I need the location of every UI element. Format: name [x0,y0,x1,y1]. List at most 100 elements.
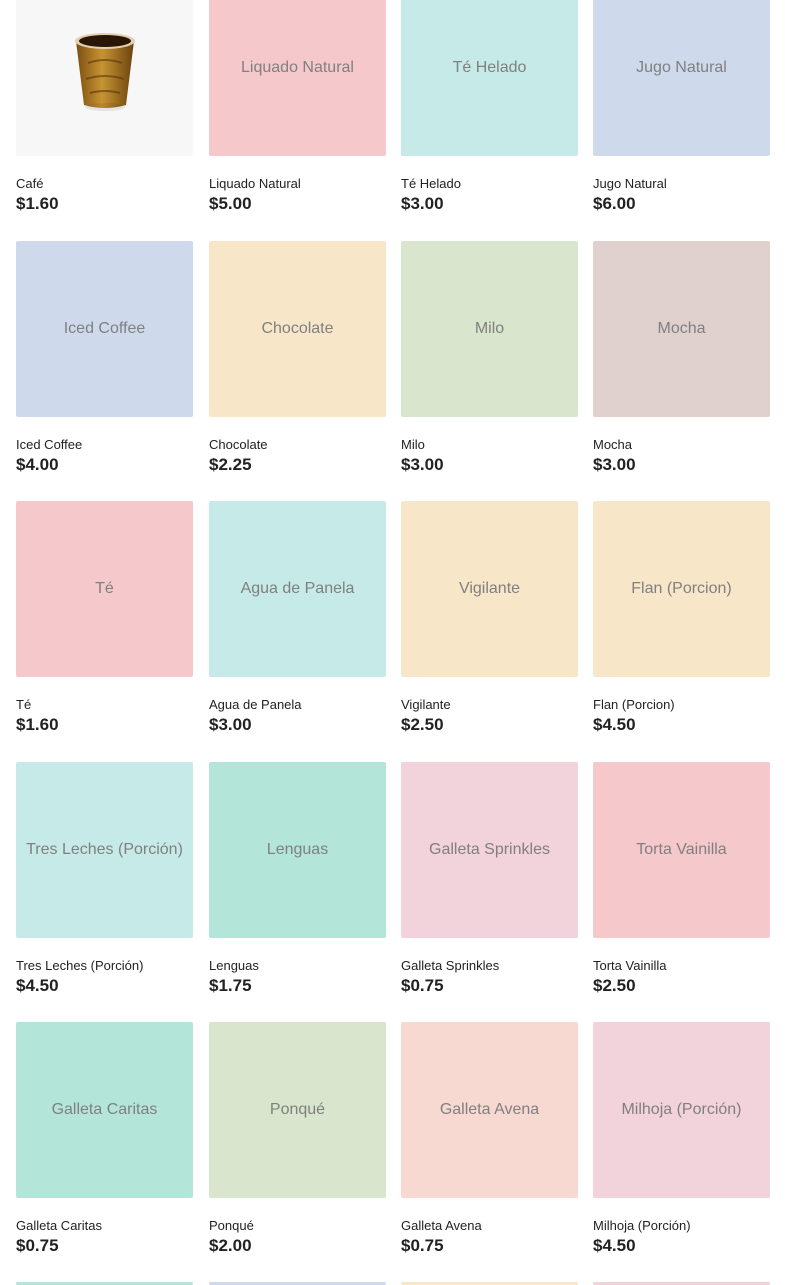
tile-label: Mocha [657,320,706,337]
product-card-vigilante[interactable]: Vigilante Vigilante $2.50 [401,501,578,734]
product-tile[interactable]: Iced Coffee [16,241,193,417]
product-price: $2.00 [209,1236,252,1255]
product-name: Flan (Porcion) [593,697,675,712]
product-tile[interactable]: Milo [401,241,578,417]
tile-label: Flan (Porcion) [631,580,732,597]
product-name: Lenguas [209,958,259,973]
product-price: $3.00 [401,194,444,213]
product-name: Café [16,176,44,191]
product-tile[interactable]: Té [16,501,193,677]
product-card-milo[interactable]: Milo Milo $3.00 [401,241,578,474]
product-tile[interactable]: Agua de Panela [209,501,386,677]
product-card-mocha[interactable]: Mocha Mocha $3.00 [593,241,770,474]
product-tile[interactable]: Jugo Natural [593,0,770,156]
product-name: Milhoja (Porción) [593,1218,691,1233]
product-name: Torta Vainilla [593,958,667,973]
product-name: Té Helado [401,176,461,191]
product-name: Galleta Caritas [16,1218,102,1233]
product-card-te-helado[interactable]: Té Helado Té Helado $3.00 [401,0,578,213]
product-price: $0.75 [401,1236,444,1255]
product-card-galleta-sprinkles[interactable]: Galleta Sprinkles Galleta Sprinkles $0.75 [401,762,578,995]
product-name: Tres Leches (Porción) [16,958,144,973]
product-price: $4.50 [593,1236,636,1255]
tile-label: Agua de Panela [240,580,355,597]
product-tile[interactable]: Milhoja (Porción) [593,1022,770,1198]
product-name: Mocha [593,437,633,452]
product-card-flan-porcion[interactable]: Flan (Porcion) Flan (Porcion) $4.50 [593,501,770,734]
product-price: $1.60 [16,715,59,734]
product-card-liquado-natural[interactable]: Liquado Natural Liquado Natural $5.00 [209,0,386,213]
tile-label: Liquado Natural [241,59,354,76]
product-tile[interactable]: Té Helado [401,0,578,156]
product-price: $3.00 [401,455,444,474]
product-card-lenguas[interactable]: Lenguas Lenguas $1.75 [209,762,386,995]
product-card-jugo-natural[interactable]: Jugo Natural Jugo Natural $6.00 [593,0,770,213]
tile-label: Lenguas [266,841,329,858]
product-card-galleta-caritas[interactable]: Galleta Caritas Galleta Caritas $0.75 [16,1022,193,1255]
tile-label: Tres Leches (Porción) [26,841,183,858]
product-tile[interactable]: Mocha [593,241,770,417]
tile-label: Vigilante [458,580,521,597]
tile-label: Galleta Sprinkles [429,841,550,858]
product-price: $1.75 [209,976,252,995]
product-card-agua-de-panela[interactable]: Agua de Panela Agua de Panela $3.00 [209,501,386,734]
tile-label: Té [95,580,114,597]
product-tile[interactable] [16,0,193,156]
product-tile[interactable]: Galleta Caritas [16,1022,193,1198]
coffee-cup-image [74,33,135,111]
product-price: $2.50 [401,715,444,734]
product-tile[interactable]: Galleta Avena [401,1022,578,1198]
tile-label: Chocolate [261,320,334,337]
product-price: $2.50 [593,976,636,995]
tile-label: Torta Vainilla [636,841,727,858]
product-price: $3.00 [209,715,252,734]
product-tile[interactable]: Ponqué [209,1022,386,1198]
product-price: $4.50 [593,715,636,734]
tile-label: Galleta Caritas [51,1101,158,1118]
product-tile[interactable]: Flan (Porcion) [593,501,770,677]
tile-label: Ponqué [269,1101,326,1118]
tile-label: Iced Coffee [63,320,146,337]
product-name: Iced Coffee [16,437,83,452]
product-price: $0.75 [401,976,444,995]
product-price: $3.00 [593,455,636,474]
product-tile[interactable]: Vigilante [401,501,578,677]
product-card-torta-vainilla[interactable]: Torta Vainilla Torta Vainilla $2.50 [593,762,770,995]
product-name: Ponqué [209,1218,254,1233]
product-card-te[interactable]: Té Té $1.60 [16,501,193,734]
product-price: $2.25 [209,455,252,474]
tile-label: Jugo Natural [636,59,727,76]
product-name: Chocolate [209,437,268,452]
product-card-iced-coffee[interactable]: Iced Coffee Iced Coffee $4.00 [16,241,193,474]
product-price: $4.50 [16,976,59,995]
product-tile[interactable]: Liquado Natural [209,0,386,156]
product-name: Té [16,697,32,712]
product-card-milhoja-porcion[interactable]: Milhoja (Porción) Milhoja (Porción) $4.50 [593,1022,770,1255]
product-name: Galleta Avena [401,1218,482,1233]
tile-label: Milo [474,320,505,337]
product-card-tres-leches-porcion[interactable]: Tres Leches (Porción) Tres Leches (Porció… [16,762,193,995]
tile-label: Milhoja (Porción) [621,1101,742,1118]
product-card-ponque[interactable]: Ponqué Ponqué $2.00 [209,1022,386,1255]
product-price: $5.00 [209,194,252,213]
product-name: Galleta Sprinkles [401,958,500,973]
product-tile[interactable]: Lenguas [209,762,386,938]
product-price: $1.60 [16,194,59,213]
product-price: $4.00 [16,455,59,474]
product-name: Jugo Natural [593,176,667,191]
tile-label: Té Helado [452,59,527,76]
product-card-cafe[interactable]: Café $1.60 [16,0,193,213]
product-name: Vigilante [401,697,451,712]
product-tile[interactable]: Galleta Sprinkles [401,762,578,938]
product-name: Milo [401,437,425,452]
product-name: Liquado Natural [209,176,301,191]
product-card-galleta-avena[interactable]: Galleta Avena Galleta Avena $0.75 [401,1022,578,1255]
product-tile[interactable]: Tres Leches (Porción) [16,762,193,938]
product-price: $0.75 [16,1236,59,1255]
product-card-chocolate[interactable]: Chocolate Chocolate $2.25 [209,241,386,474]
product-name: Agua de Panela [209,697,302,712]
product-tile[interactable]: Chocolate [209,241,386,417]
tile-label: Galleta Avena [439,1101,540,1118]
product-tile[interactable]: Torta Vainilla [593,762,770,938]
product-price: $6.00 [593,194,636,213]
